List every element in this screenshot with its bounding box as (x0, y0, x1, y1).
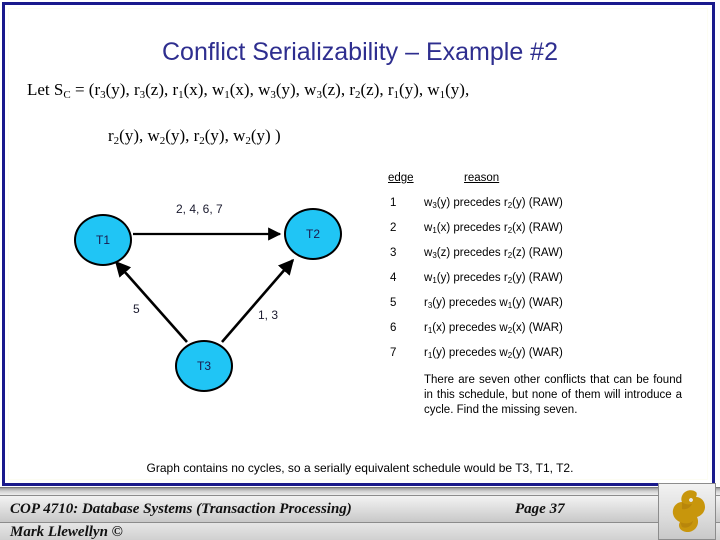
schedule-ops-2: r2(y), w2(y), r2(y), w2(y) ) (108, 126, 281, 147)
schedule-prefix: Let S (27, 80, 64, 99)
table-row: 6 r1(x) precedes w2(x) (WAR) (388, 322, 688, 347)
footer-page-number: Page 37 (515, 501, 565, 517)
table-cell-edge-number: 5 (390, 297, 397, 309)
schedule-ops-1: = (r3(y), r3(z), r1(x), w1(x), w3(y), w3… (70, 80, 470, 101)
schedule-subscript: C (63, 89, 71, 101)
edge-label-t1-t2: 2, 4, 6, 7 (176, 202, 223, 216)
table-cell-reason: r3(y) precedes w1(y) (WAR) (424, 297, 563, 310)
pegasus-logo-icon (672, 490, 705, 533)
schedule-line-2: r2(y), w2(y), r2(y), w2(y) ) (108, 126, 281, 147)
edge-t3-t2 (221, 258, 295, 343)
page-title: Conflict Serializability – Example #2 (161, 38, 558, 66)
table-cell-edge-number: 4 (390, 272, 397, 284)
table-row: 2 w1(x) precedes r2(x) (RAW) (388, 222, 688, 247)
table-row: 3 w3(z) precedes r2(z) (RAW) (388, 247, 688, 272)
graph-node-t3-label: T3 (196, 359, 211, 373)
graph-node-t1-label: T1 (95, 233, 110, 247)
table-cell-edge-number: 2 (390, 222, 397, 234)
table-cell-reason: w3(y) precedes r2(y) (RAW) (424, 197, 563, 210)
precedence-graph: T1 T2 T3 2, 4, 6, 7 5 1, 3 (50, 190, 390, 420)
note-text: There are seven other conflicts that can… (424, 374, 682, 416)
table-cell-reason: w1(x) precedes r2(x) (RAW) (424, 222, 563, 235)
logo-container (658, 483, 716, 540)
table-cell-edge-number: 1 (390, 197, 397, 209)
column-header-reason: reason (464, 172, 500, 184)
footer-course-title: COP 4710: Database Systems (Transaction … (10, 501, 352, 517)
graph-node-t3[interactable]: T3 (175, 340, 233, 392)
edge-label-t3-t1: 5 (133, 302, 140, 316)
footer-separator (0, 487, 720, 495)
table-cell-reason: r1(x) precedes w2(x) (WAR) (424, 322, 563, 335)
table-row: 5 r3(y) precedes w1(y) (WAR) (388, 297, 688, 322)
table-row: 4 w1(y) precedes r2(y) (RAW) (388, 272, 688, 297)
edge-label-t3-t2: 1, 3 (258, 308, 279, 322)
slide: Conflict Serializability – Example #2 Le… (0, 0, 720, 540)
table-row: 7 r1(y) precedes w2(y) (WAR) (388, 347, 688, 372)
table-row: 1 w3(y) precedes r2(y) (RAW) (388, 197, 688, 222)
schedule-line-1: Let SC = (r3(y), r3(z), r1(x), w1(x), w3… (27, 80, 470, 101)
graph-node-t1[interactable]: T1 (74, 214, 132, 266)
table-cell-edge-number: 3 (390, 247, 397, 259)
column-header-edge: edge (388, 172, 414, 184)
graph-node-t2[interactable]: T2 (284, 208, 342, 260)
graph-node-t2-label: T2 (305, 227, 320, 241)
footer-author-bar: Mark Llewellyn © (0, 523, 720, 540)
conclusion-text: Graph contains no cycles, so a serially … (146, 461, 574, 475)
table-cell-edge-number: 7 (390, 347, 397, 359)
table-cell-edge-number: 6 (390, 322, 397, 334)
footer-bar: COP 4710: Database Systems (Transaction … (0, 495, 720, 523)
table-cell-reason: r1(y) precedes w2(y) (WAR) (424, 347, 563, 360)
edge-t3-t1 (114, 260, 188, 343)
footer-author: Mark Llewellyn © (10, 524, 123, 540)
table-cell-reason: w3(z) precedes r2(z) (RAW) (424, 247, 563, 260)
table-cell-reason: w1(y) precedes r2(y) (RAW) (424, 272, 563, 285)
